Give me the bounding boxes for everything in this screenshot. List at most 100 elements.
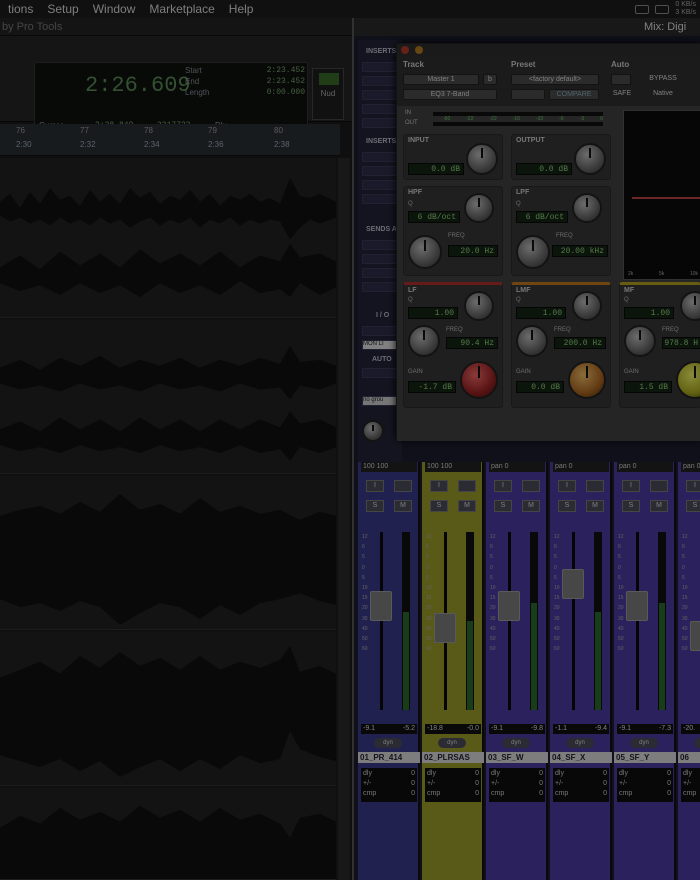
mute-button[interactable]: M (522, 500, 540, 512)
safe-button[interactable]: SAFE (611, 89, 633, 100)
lpf-freq-value[interactable]: 20.00 kHz (552, 245, 608, 257)
track-lane[interactable] (0, 788, 336, 880)
preset-select[interactable]: <factory default> (511, 74, 599, 85)
menu-marketplace[interactable]: Marketplace (149, 2, 214, 16)
dyn-button[interactable]: dyn (374, 738, 402, 748)
lmf-q-knob[interactable] (572, 291, 602, 321)
plugin-select[interactable]: EQ3 7-Band (403, 89, 497, 100)
pan-display[interactable]: 100 100 (361, 462, 417, 472)
lmf-freq-knob[interactable] (516, 325, 548, 357)
volume-fader[interactable] (498, 591, 520, 622)
lf-freq-knob[interactable] (408, 325, 440, 357)
record-button[interactable]: I (430, 480, 448, 492)
mute-button[interactable]: M (586, 500, 604, 512)
track-name[interactable]: 05_SF_Y (614, 752, 676, 763)
lmf-gain-knob[interactable] (568, 361, 606, 399)
solo-button[interactable]: S (622, 500, 640, 512)
audio-waveform[interactable] (0, 476, 336, 629)
solo-button[interactable]: S (494, 500, 512, 512)
pan-display[interactable]: pan 0 (489, 462, 545, 472)
input-monitor-button[interactable] (586, 480, 604, 492)
lmf-gain-value[interactable]: 0.0 dB (516, 381, 564, 393)
volume-display[interactable]: -18.8 -0.0 (425, 724, 481, 734)
selection-values[interactable]: 2:23.452 2:23.452 0:00.000 (245, 66, 305, 99)
close-icon[interactable] (401, 46, 409, 54)
record-button[interactable]: I (686, 480, 700, 492)
lf-q-value[interactable]: 1.00 (408, 307, 458, 319)
volume-fader[interactable] (370, 591, 392, 622)
dyn-button[interactable]: dyn (502, 738, 530, 748)
lf-gain-value[interactable]: -1.7 dB (408, 381, 456, 393)
mf-q-knob[interactable] (680, 291, 700, 321)
hpf-q-knob[interactable] (464, 193, 494, 223)
track-name[interactable]: 04_SF_X (550, 752, 612, 763)
lmf-q-value[interactable]: 1.00 (516, 307, 566, 319)
track-name[interactable]: 06 (678, 752, 700, 763)
volume-display[interactable]: -9.1 -7.3 (617, 724, 673, 734)
solo-button[interactable]: S (366, 500, 384, 512)
dyn-button[interactable]: dyn (566, 738, 594, 748)
mf-gain-value[interactable]: 1.5 dB (624, 381, 672, 393)
track-select[interactable]: Master 1 (403, 74, 479, 85)
dyn-button[interactable]: dyn (694, 738, 700, 748)
track-b-button[interactable]: b (483, 74, 497, 85)
mute-button[interactable]: M (394, 500, 412, 512)
bypass-button[interactable]: BYPASS (645, 74, 681, 85)
menu-window[interactable]: Window (93, 2, 136, 16)
plugin-titlebar[interactable] (397, 44, 700, 56)
menu-setup[interactable]: Setup (47, 2, 78, 16)
lmf-freq-value[interactable]: 200.0 Hz (554, 337, 606, 349)
lf-gain-knob[interactable] (460, 361, 498, 399)
mute-button[interactable]: M (458, 500, 476, 512)
solo-button[interactable]: S (558, 500, 576, 512)
input-value[interactable]: 0.0 dB (408, 163, 464, 175)
record-button[interactable]: I (558, 480, 576, 492)
volume-display[interactable]: -1.1 -9.4 (553, 724, 609, 734)
pan-display[interactable]: 100 100 (425, 462, 481, 472)
battery-icon[interactable] (635, 4, 650, 14)
automation-button[interactable] (611, 74, 631, 85)
pan-display[interactable]: pan 0 (617, 462, 673, 472)
volume-fader[interactable] (434, 613, 456, 644)
volume-fader[interactable] (562, 569, 584, 599)
volume-fader[interactable] (690, 620, 700, 651)
volume-display[interactable]: -9.1 -5.2 (361, 724, 417, 734)
input-monitor-button[interactable] (394, 480, 412, 492)
dyn-button[interactable]: dyn (630, 738, 658, 748)
track-lane[interactable] (0, 320, 336, 474)
output-knob[interactable] (574, 143, 606, 175)
hpf-freq-value[interactable]: 20.0 Hz (448, 245, 498, 257)
mf-q-value[interactable]: 1.00 (624, 307, 674, 319)
hpf-slope[interactable]: 6 dB/oct (408, 211, 460, 223)
record-button[interactable]: I (622, 480, 640, 492)
track-lane[interactable] (0, 476, 336, 630)
input-monitor-button[interactable] (458, 480, 476, 492)
lpf-freq-knob[interactable] (516, 235, 550, 269)
pan-display[interactable]: pan 0 (681, 462, 700, 472)
eq-graph[interactable]: 2k 5k 10k (623, 110, 700, 280)
track-name[interactable]: 03_SF_W (486, 752, 548, 763)
output-value[interactable]: 0.0 dB (516, 163, 572, 175)
input-knob[interactable] (466, 143, 498, 175)
lf-freq-value[interactable]: 90.4 Hz (446, 337, 498, 349)
hpf-freq-knob[interactable] (408, 235, 442, 269)
mf-gain-knob[interactable] (676, 361, 700, 399)
volume-display[interactable]: -9.1 -9.8 (489, 724, 545, 734)
lpf-slope[interactable]: 6 dB/oct (516, 211, 568, 223)
wifi-icon[interactable] (655, 4, 670, 14)
track-lane[interactable] (0, 158, 336, 318)
volume-fader[interactable] (626, 591, 648, 622)
record-button[interactable]: I (366, 480, 384, 492)
volume-display[interactable]: -20. (681, 724, 700, 734)
audio-waveform[interactable] (0, 320, 336, 473)
audio-waveform[interactable] (0, 788, 336, 879)
track-name[interactable]: 01_PR_414 (358, 752, 420, 763)
pan-display[interactable]: pan 0 (553, 462, 609, 472)
pan-knob[interactable] (362, 420, 384, 442)
input-monitor-button[interactable] (650, 480, 668, 492)
track-area[interactable] (0, 158, 340, 880)
mute-button[interactable]: M (650, 500, 668, 512)
dyn-button[interactable]: dyn (438, 738, 466, 748)
track-name[interactable]: 02_PLRSAS (422, 752, 484, 763)
timeline-ruler[interactable]: 76 77 78 79 80 2:30 2:32 2:34 2:36 2:38 (0, 124, 340, 156)
